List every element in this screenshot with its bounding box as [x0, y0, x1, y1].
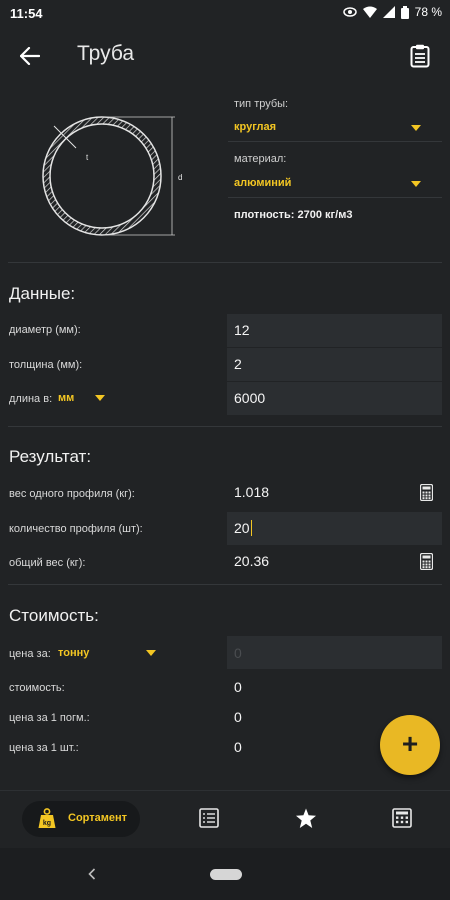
- status-time: 11:54: [10, 6, 43, 21]
- result-section-title: Результат:: [9, 447, 92, 466]
- material-dropdown[interactable]: алюминий: [228, 171, 434, 197]
- price-unit-value: тонну: [58, 647, 90, 659]
- density-text: плотность: 2700 кг/м3: [234, 209, 353, 221]
- calculator-icon: [419, 552, 433, 570]
- divider: [228, 197, 442, 198]
- nav-item-favorites[interactable]: [293, 805, 319, 831]
- material-value: алюминий: [234, 177, 292, 189]
- calculator-icon: [419, 483, 433, 501]
- nav-item-assortment[interactable]: kg Сортамент: [22, 801, 140, 837]
- thickness-value: 2: [234, 356, 242, 372]
- divider: [8, 426, 442, 427]
- diameter-label: диаметр (мм):: [9, 324, 81, 336]
- per-meter-label: цена за 1 погм.:: [9, 712, 90, 724]
- total-weight-label: общий вес (кг):: [9, 557, 86, 569]
- length-value: 6000: [234, 390, 266, 406]
- system-back-button[interactable]: [84, 866, 100, 882]
- weight-one-label: вес одного профиля (кг):: [9, 488, 135, 500]
- pipe-cross-section-icon: t d: [42, 116, 182, 236]
- per-piece-value: 0: [234, 739, 242, 755]
- plus-icon: +: [401, 727, 419, 759]
- weight-one-value: 1.018: [234, 484, 270, 500]
- status-bar: 11:54 78 %: [0, 0, 450, 28]
- system-home-pill[interactable]: [210, 869, 242, 880]
- calculator-button[interactable]: [415, 481, 437, 503]
- nav-item-calculator[interactable]: [389, 805, 415, 831]
- eye-icon: [342, 7, 357, 17]
- length-input[interactable]: 6000: [227, 382, 442, 415]
- cost-value: 0: [234, 679, 242, 695]
- system-navigation-bar: [0, 848, 450, 900]
- per-piece-label: цена за 1 шт.:: [9, 742, 79, 754]
- clipboard-button[interactable]: [404, 40, 436, 72]
- nav-item-list[interactable]: [196, 805, 222, 831]
- thickness-label: толщина (мм):: [9, 359, 83, 371]
- pipe-type-label: тип трубы:: [234, 98, 289, 110]
- page-title: Труба: [77, 42, 135, 65]
- pipe-type-value: круглая: [234, 121, 277, 133]
- data-section-title: Данные:: [9, 284, 76, 303]
- battery-percent: 78 %: [414, 5, 442, 19]
- pipe-diagram: t d: [30, 100, 200, 240]
- arrow-back-icon: [20, 47, 40, 65]
- bottom-navigation: kg Сортамент: [0, 790, 450, 849]
- svg-text:kg: kg: [43, 820, 51, 827]
- clipboard-icon: [410, 44, 430, 68]
- diameter-value: 12: [234, 322, 250, 338]
- count-value: 20: [234, 520, 252, 536]
- divider: [228, 141, 442, 142]
- pipe-type-dropdown[interactable]: круглая: [228, 115, 434, 141]
- count-label: количество профиля (шт):: [9, 523, 143, 535]
- per-meter-value: 0: [234, 709, 242, 725]
- cost-section-title: Стоимость:: [9, 606, 99, 625]
- chevron-down-icon: [95, 395, 105, 401]
- total-weight-value: 20.36: [234, 553, 270, 569]
- cost-label: стоимость:: [9, 682, 65, 694]
- material-label: материал:: [234, 153, 287, 165]
- price-unit-dropdown[interactable]: тонну: [55, 641, 165, 665]
- chevron-down-icon: [411, 125, 421, 131]
- back-button[interactable]: [14, 40, 46, 72]
- diameter-input[interactable]: 12: [227, 314, 442, 347]
- thickness-input[interactable]: 2: [227, 348, 442, 381]
- add-fab-button[interactable]: +: [380, 715, 440, 775]
- price-per-label: цена за:: [9, 648, 51, 660]
- signal-icon: [382, 6, 395, 18]
- count-input[interactable]: 20: [227, 512, 442, 545]
- chevron-left-icon: [88, 868, 96, 880]
- nav-active-label: Сортамент: [68, 812, 128, 824]
- status-icons: 78 %: [342, 5, 442, 19]
- price-input[interactable]: 0: [227, 636, 442, 669]
- chevron-down-icon: [146, 650, 156, 656]
- length-label: длина в:: [9, 393, 53, 405]
- price-placeholder: 0: [234, 645, 242, 661]
- diameter-label: d: [178, 173, 182, 182]
- divider: [8, 262, 442, 263]
- star-icon: [296, 808, 316, 828]
- calculator-button[interactable]: [415, 550, 437, 572]
- app-bar: Труба: [0, 28, 450, 84]
- list-icon: [199, 808, 219, 828]
- length-unit-value: мм: [58, 392, 75, 404]
- wifi-icon: [362, 6, 377, 18]
- battery-icon: [400, 5, 409, 19]
- length-unit-dropdown[interactable]: мм: [55, 386, 115, 410]
- chevron-down-icon: [411, 181, 421, 187]
- calculator-grid-icon: [392, 808, 412, 828]
- divider: [8, 584, 442, 585]
- weight-icon: kg: [38, 808, 56, 828]
